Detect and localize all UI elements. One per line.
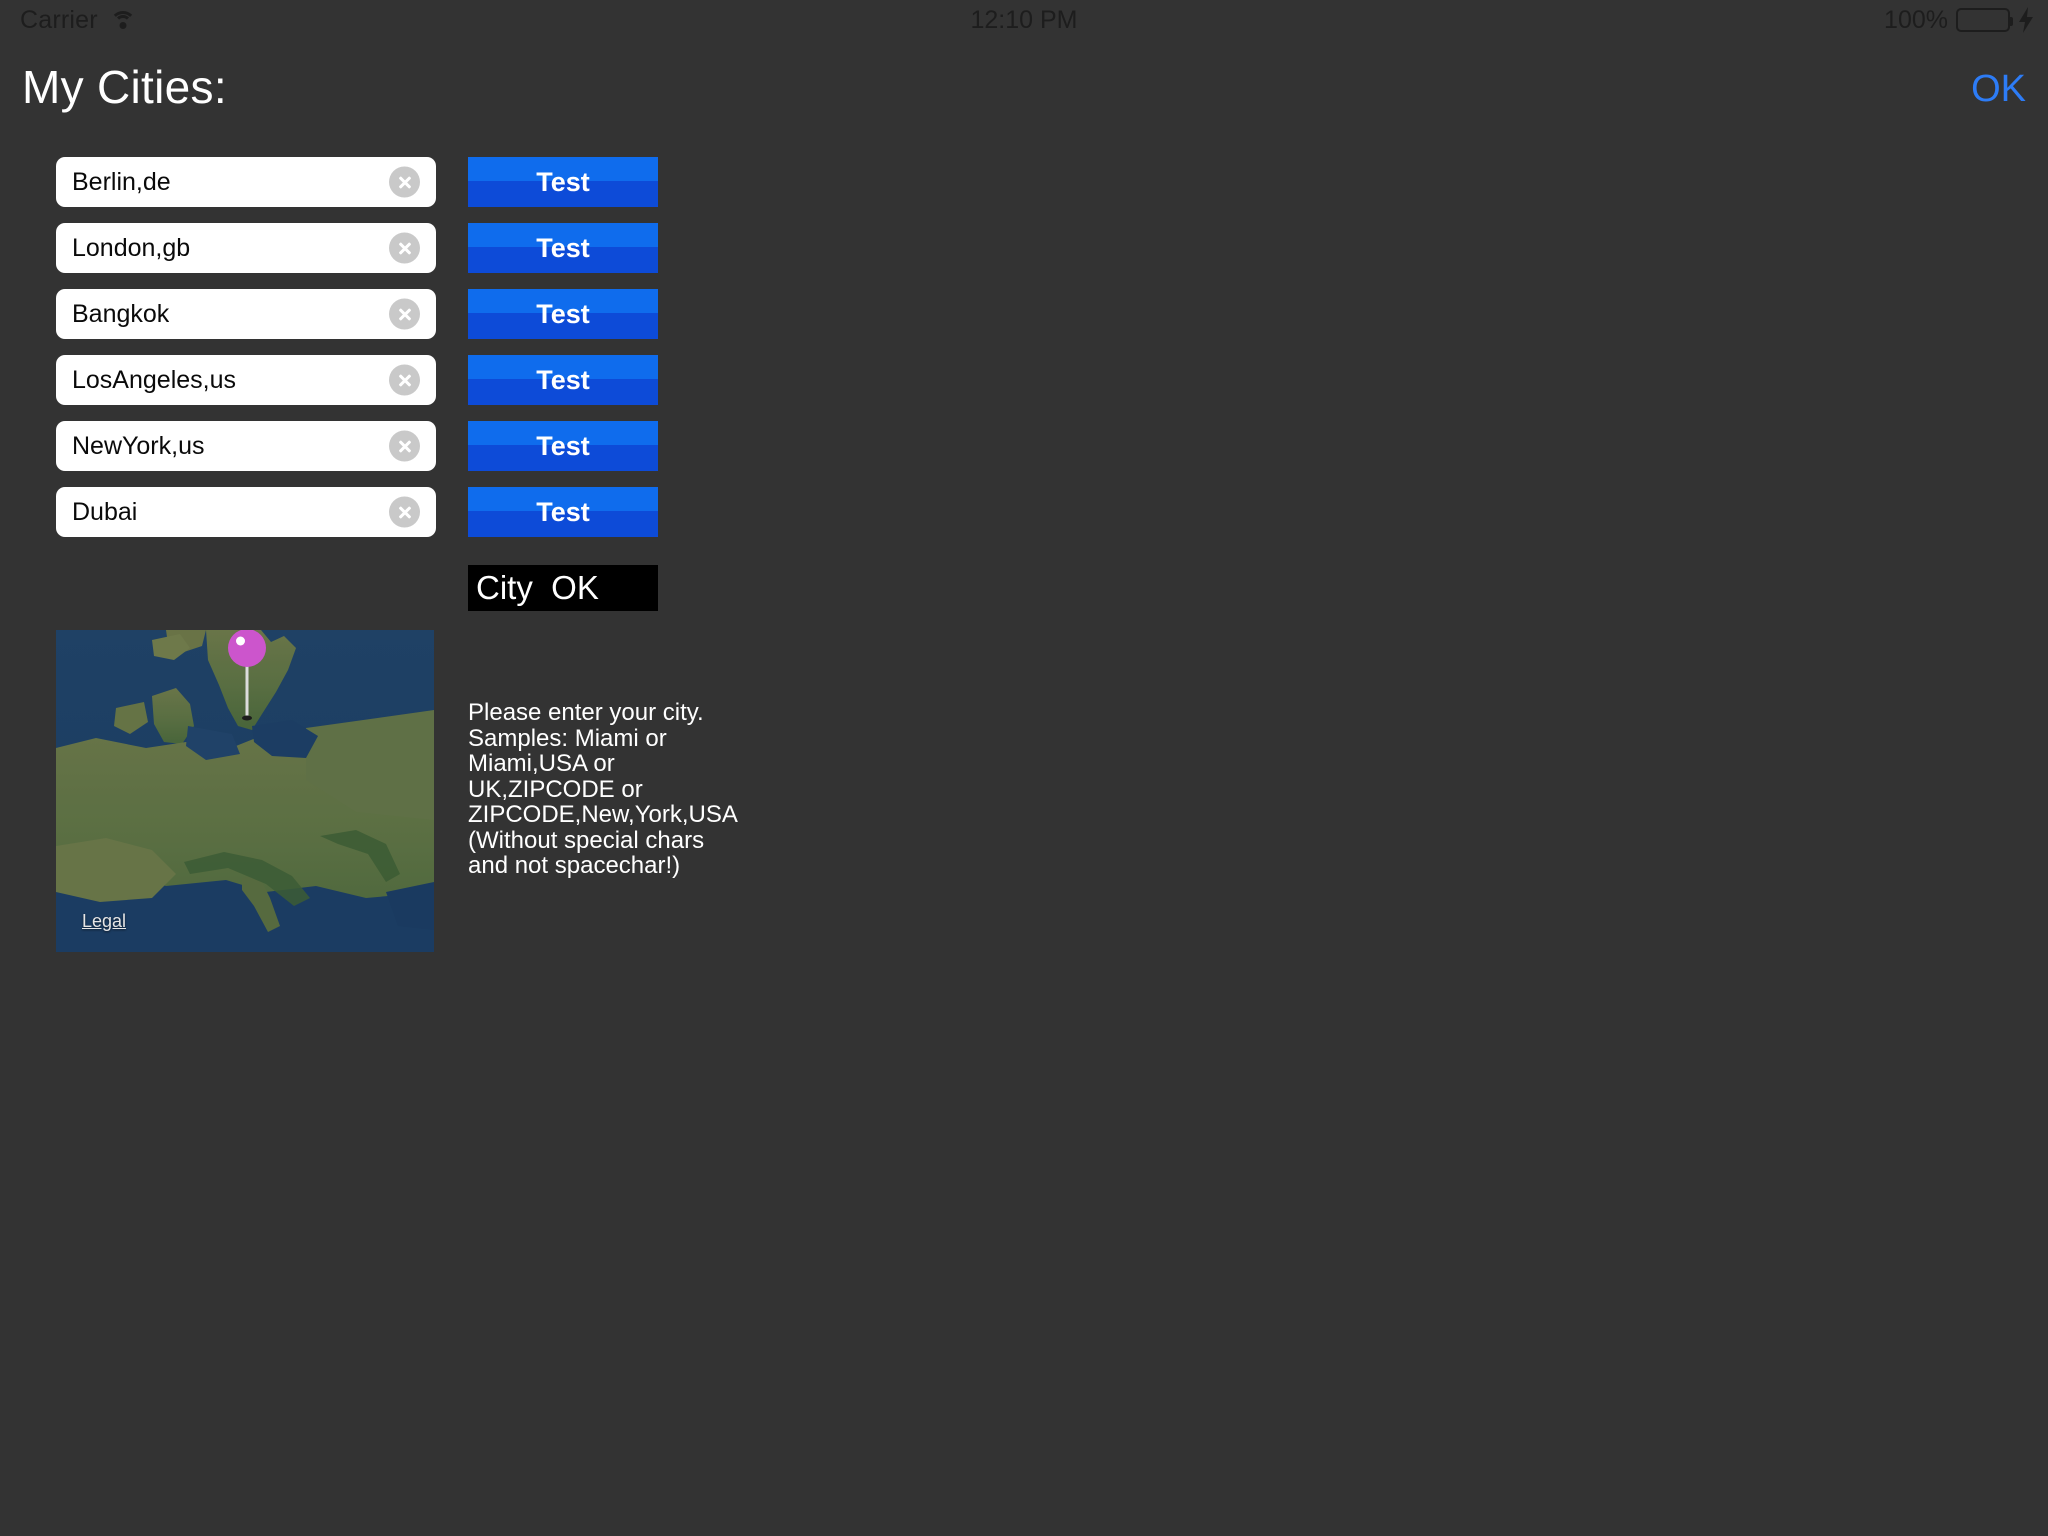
city-input-value: Bangkok [72,299,170,328]
status-badge: City OK [468,565,658,611]
city-input-value: London,gb [72,233,191,262]
map-pin-icon [228,630,266,721]
city-input-3[interactable]: LosAngeles,us [56,355,436,405]
test-button-5[interactable]: Test [468,487,658,537]
city-input-5[interactable]: Dubai [56,487,436,537]
map-legal-link[interactable]: Legal [82,911,126,932]
lightning-bolt-icon [2018,7,2034,33]
city-input-2[interactable]: Bangkok [56,289,436,339]
clear-circle-icon[interactable] [389,232,420,264]
status-bar-right: 100% [1884,0,2034,40]
clear-circle-icon[interactable] [389,430,420,462]
city-input-1[interactable]: London,gb [56,223,436,273]
city-input-value: Dubai [72,497,138,526]
test-button-0[interactable]: Test [468,157,658,207]
help-instructions: Please enter your city. Samples: Miami o… [468,699,738,879]
clear-circle-icon[interactable] [389,496,420,528]
city-input-value: LosAngeles,us [72,365,237,394]
test-button-1[interactable]: Test [468,223,658,273]
status-bar-time: 12:10 PM [970,5,1078,34]
clear-circle-icon[interactable] [389,166,420,198]
clear-circle-icon[interactable] [389,298,420,330]
clear-circle-icon[interactable] [389,364,420,396]
status-bar: Carrier 12:10 PM 100% [0,0,2048,40]
city-input-4[interactable]: NewYork,us [56,421,436,471]
city-input-0[interactable]: Berlin,de [56,157,436,207]
city-input-value: Berlin,de [72,167,171,196]
test-button-4[interactable]: Test [468,421,658,471]
ok-button[interactable]: OK [1971,68,2026,111]
city-input-value: NewYork,us [72,431,205,460]
test-button-2[interactable]: Test [468,289,658,339]
test-button-3[interactable]: Test [468,355,658,405]
battery-percent-label: 100% [1884,5,1948,34]
battery-full-icon [1956,8,2013,32]
map-view[interactable]: Legal [56,630,434,952]
page-title: My Cities: [22,61,227,113]
